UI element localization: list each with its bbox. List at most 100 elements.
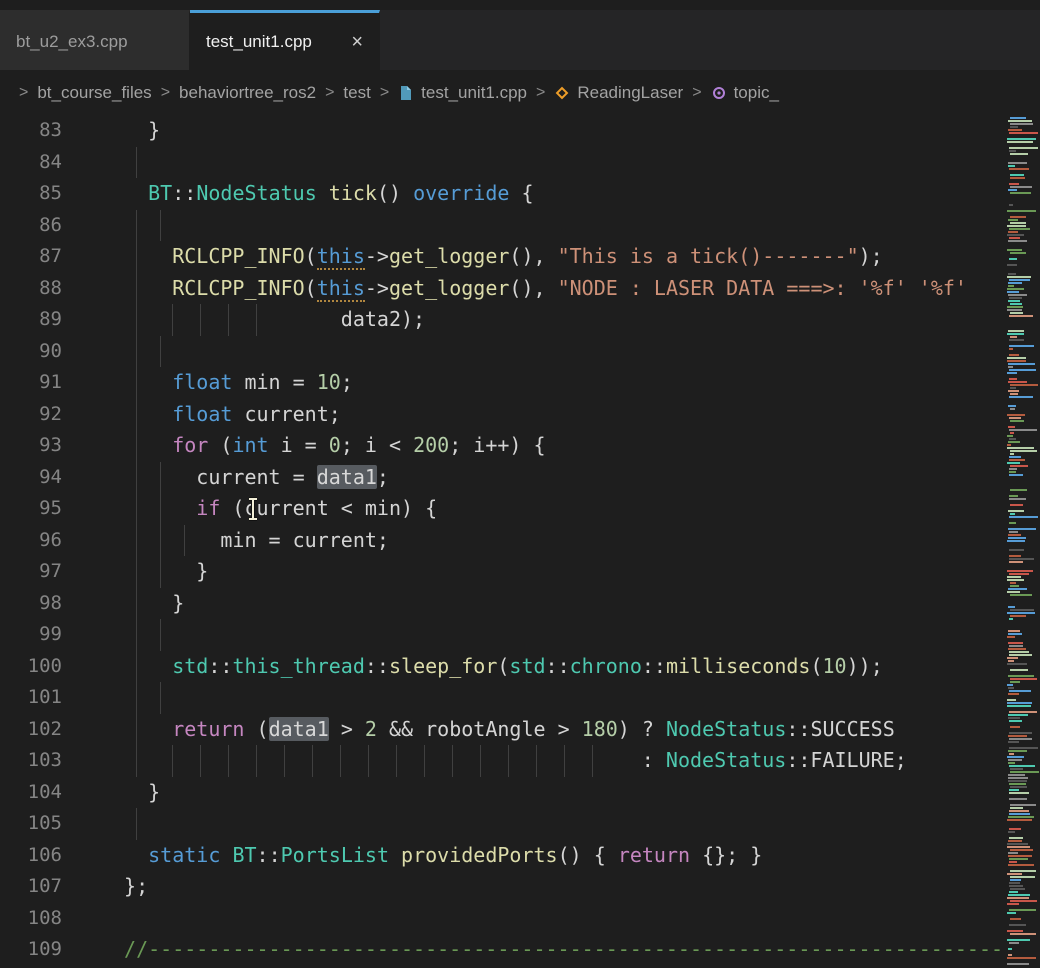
- minimap-line: [1008, 300, 1020, 302]
- code-line[interactable]: 96 min = current;: [0, 525, 1006, 557]
- minimap-line: [1010, 876, 1035, 878]
- minimap-line: [1008, 852, 1018, 854]
- tab-close-icon[interactable]: ×: [351, 32, 363, 52]
- breadcrumb-chevron-icon: >: [536, 84, 545, 102]
- code-line[interactable]: 100 std::this_thread::sleep_for(std::chr…: [0, 651, 1006, 683]
- code-line[interactable]: 91 float min = 10;: [0, 367, 1006, 399]
- minimap-line: [1008, 330, 1024, 332]
- code-line[interactable]: 88 RCLCPP_INFO(this->get_logger(), "NODE…: [0, 273, 1006, 305]
- minimap-line: [1010, 393, 1018, 395]
- code-line[interactable]: 90: [0, 336, 1006, 368]
- minimap[interactable]: [1006, 115, 1040, 968]
- line-number: 97: [0, 556, 62, 588]
- code-line[interactable]: 101: [0, 682, 1006, 714]
- line-number: 104: [0, 777, 62, 809]
- minimap-line: [1009, 783, 1026, 785]
- minimap-line: [1009, 258, 1017, 260]
- code-line[interactable]: 83 }: [0, 115, 1006, 147]
- minimap-line: [1010, 336, 1017, 338]
- code-text: RCLCPP_INFO(this->get_logger(), "This is…: [124, 241, 883, 273]
- breadcrumb-item[interactable]: test_unit1.cpp: [398, 83, 527, 103]
- minimap-line: [1008, 381, 1027, 383]
- minimap-line: [1010, 387, 1016, 389]
- code-line[interactable]: 104 }: [0, 777, 1006, 809]
- minimap-line: [1009, 183, 1019, 185]
- code-line[interactable]: 95 if (current < min) {: [0, 493, 1006, 525]
- minimap-line: [1007, 249, 1022, 251]
- code-line[interactable]: 85 BT::NodeStatus tick() override {: [0, 178, 1006, 210]
- code-line[interactable]: 109 //----------------------------------…: [0, 934, 1006, 966]
- breadcrumb-item[interactable]: ReadingLaser: [554, 83, 683, 103]
- minimap-line: [1010, 669, 1028, 671]
- code-line[interactable]: 102 return (data1 > 2 && robotAngle > 18…: [0, 714, 1006, 746]
- minimap-line: [1008, 405, 1016, 407]
- minimap-line: [1010, 609, 1034, 611]
- breadcrumb-item[interactable]: test: [343, 83, 370, 103]
- breadcrumb-chevron-icon: >: [325, 84, 334, 102]
- minimap-line: [1007, 903, 1019, 905]
- line-number: 109: [0, 934, 62, 966]
- breadcrumb-chevron-icon: >: [692, 84, 701, 102]
- minimap-line: [1007, 225, 1026, 227]
- code-line[interactable]: 87 RCLCPP_INFO(this->get_logger(), "This…: [0, 241, 1006, 273]
- breadcrumb-item[interactable]: topic_: [711, 83, 779, 103]
- minimap-line: [1009, 228, 1030, 230]
- code-line[interactable]: 105: [0, 808, 1006, 840]
- code-line[interactable]: 98 }: [0, 588, 1006, 620]
- minimap-line: [1008, 240, 1027, 242]
- code-area: 83 } 84 85 BT::NodeStatus tick() overrid…: [0, 115, 1006, 968]
- editor: 83 } 84 85 BT::NodeStatus tick() overrid…: [0, 115, 1040, 968]
- minimap-line: [1007, 699, 1016, 701]
- minimap-line: [1008, 633, 1022, 635]
- minimap-line: [1009, 654, 1032, 656]
- code-line[interactable]: 84: [0, 147, 1006, 179]
- minimap-line: [1009, 885, 1023, 887]
- editor-tab[interactable]: bt_u2_ex3.cpp: [0, 10, 190, 70]
- minimap-line: [1010, 408, 1015, 410]
- minimap-line: [1007, 234, 1024, 236]
- minimap-line: [1009, 168, 1029, 170]
- breadcrumb-item[interactable]: bt_course_files: [37, 83, 151, 103]
- indent-guide: [136, 714, 137, 746]
- minimap-line: [1010, 879, 1021, 881]
- indent-guide: [136, 430, 137, 462]
- minimap-line: [1009, 339, 1024, 341]
- indent-guide: [160, 493, 161, 525]
- code-line[interactable]: 106 static BT::PortsList providedPorts()…: [0, 840, 1006, 872]
- tab-label: bt_u2_ex3.cpp: [16, 32, 128, 52]
- indent-guide: [136, 525, 137, 557]
- minimap-line: [1009, 378, 1017, 380]
- minimap-line: [1008, 534, 1021, 536]
- code-line[interactable]: 103 : NodeStatus::FAILURE;: [0, 745, 1006, 777]
- minimap-line: [1009, 558, 1034, 560]
- minimap-line: [1009, 498, 1026, 500]
- editor-tab[interactable]: test_unit1.cpp ×: [190, 10, 380, 70]
- code-line[interactable]: 93 for (int i = 0; i < 200; i++) {: [0, 430, 1006, 462]
- minimap-line: [1010, 900, 1037, 902]
- code-line[interactable]: 92 float current;: [0, 399, 1006, 431]
- code-line[interactable]: 107 };: [0, 871, 1006, 903]
- minimap-line: [1009, 792, 1029, 794]
- code-line[interactable]: 108: [0, 903, 1006, 935]
- minimap-line: [1008, 648, 1026, 650]
- code-line[interactable]: 86: [0, 210, 1006, 242]
- code-line[interactable]: 97 }: [0, 556, 1006, 588]
- minimap-line: [1009, 828, 1021, 830]
- code-line[interactable]: 99: [0, 619, 1006, 651]
- minimap-line: [1010, 117, 1026, 119]
- indent-guide: [160, 682, 161, 714]
- code-text: if (current < min) {: [124, 493, 437, 525]
- minimap-line: [1008, 120, 1032, 122]
- minimap-line: [1009, 618, 1013, 620]
- minimap-line: [1010, 807, 1023, 809]
- line-number: 88: [0, 273, 62, 305]
- indent-guide: [136, 399, 137, 431]
- minimap-line: [1008, 537, 1026, 539]
- indent-guide: [160, 619, 161, 651]
- code-line[interactable]: 89 data2);: [0, 304, 1006, 336]
- indent-guide: [136, 493, 137, 525]
- minimap-line: [1007, 357, 1026, 359]
- breadcrumb-item[interactable]: behaviortree_ros2: [179, 83, 316, 103]
- minimap-line: [1009, 858, 1028, 860]
- code-line[interactable]: 94 current = data1;: [0, 462, 1006, 494]
